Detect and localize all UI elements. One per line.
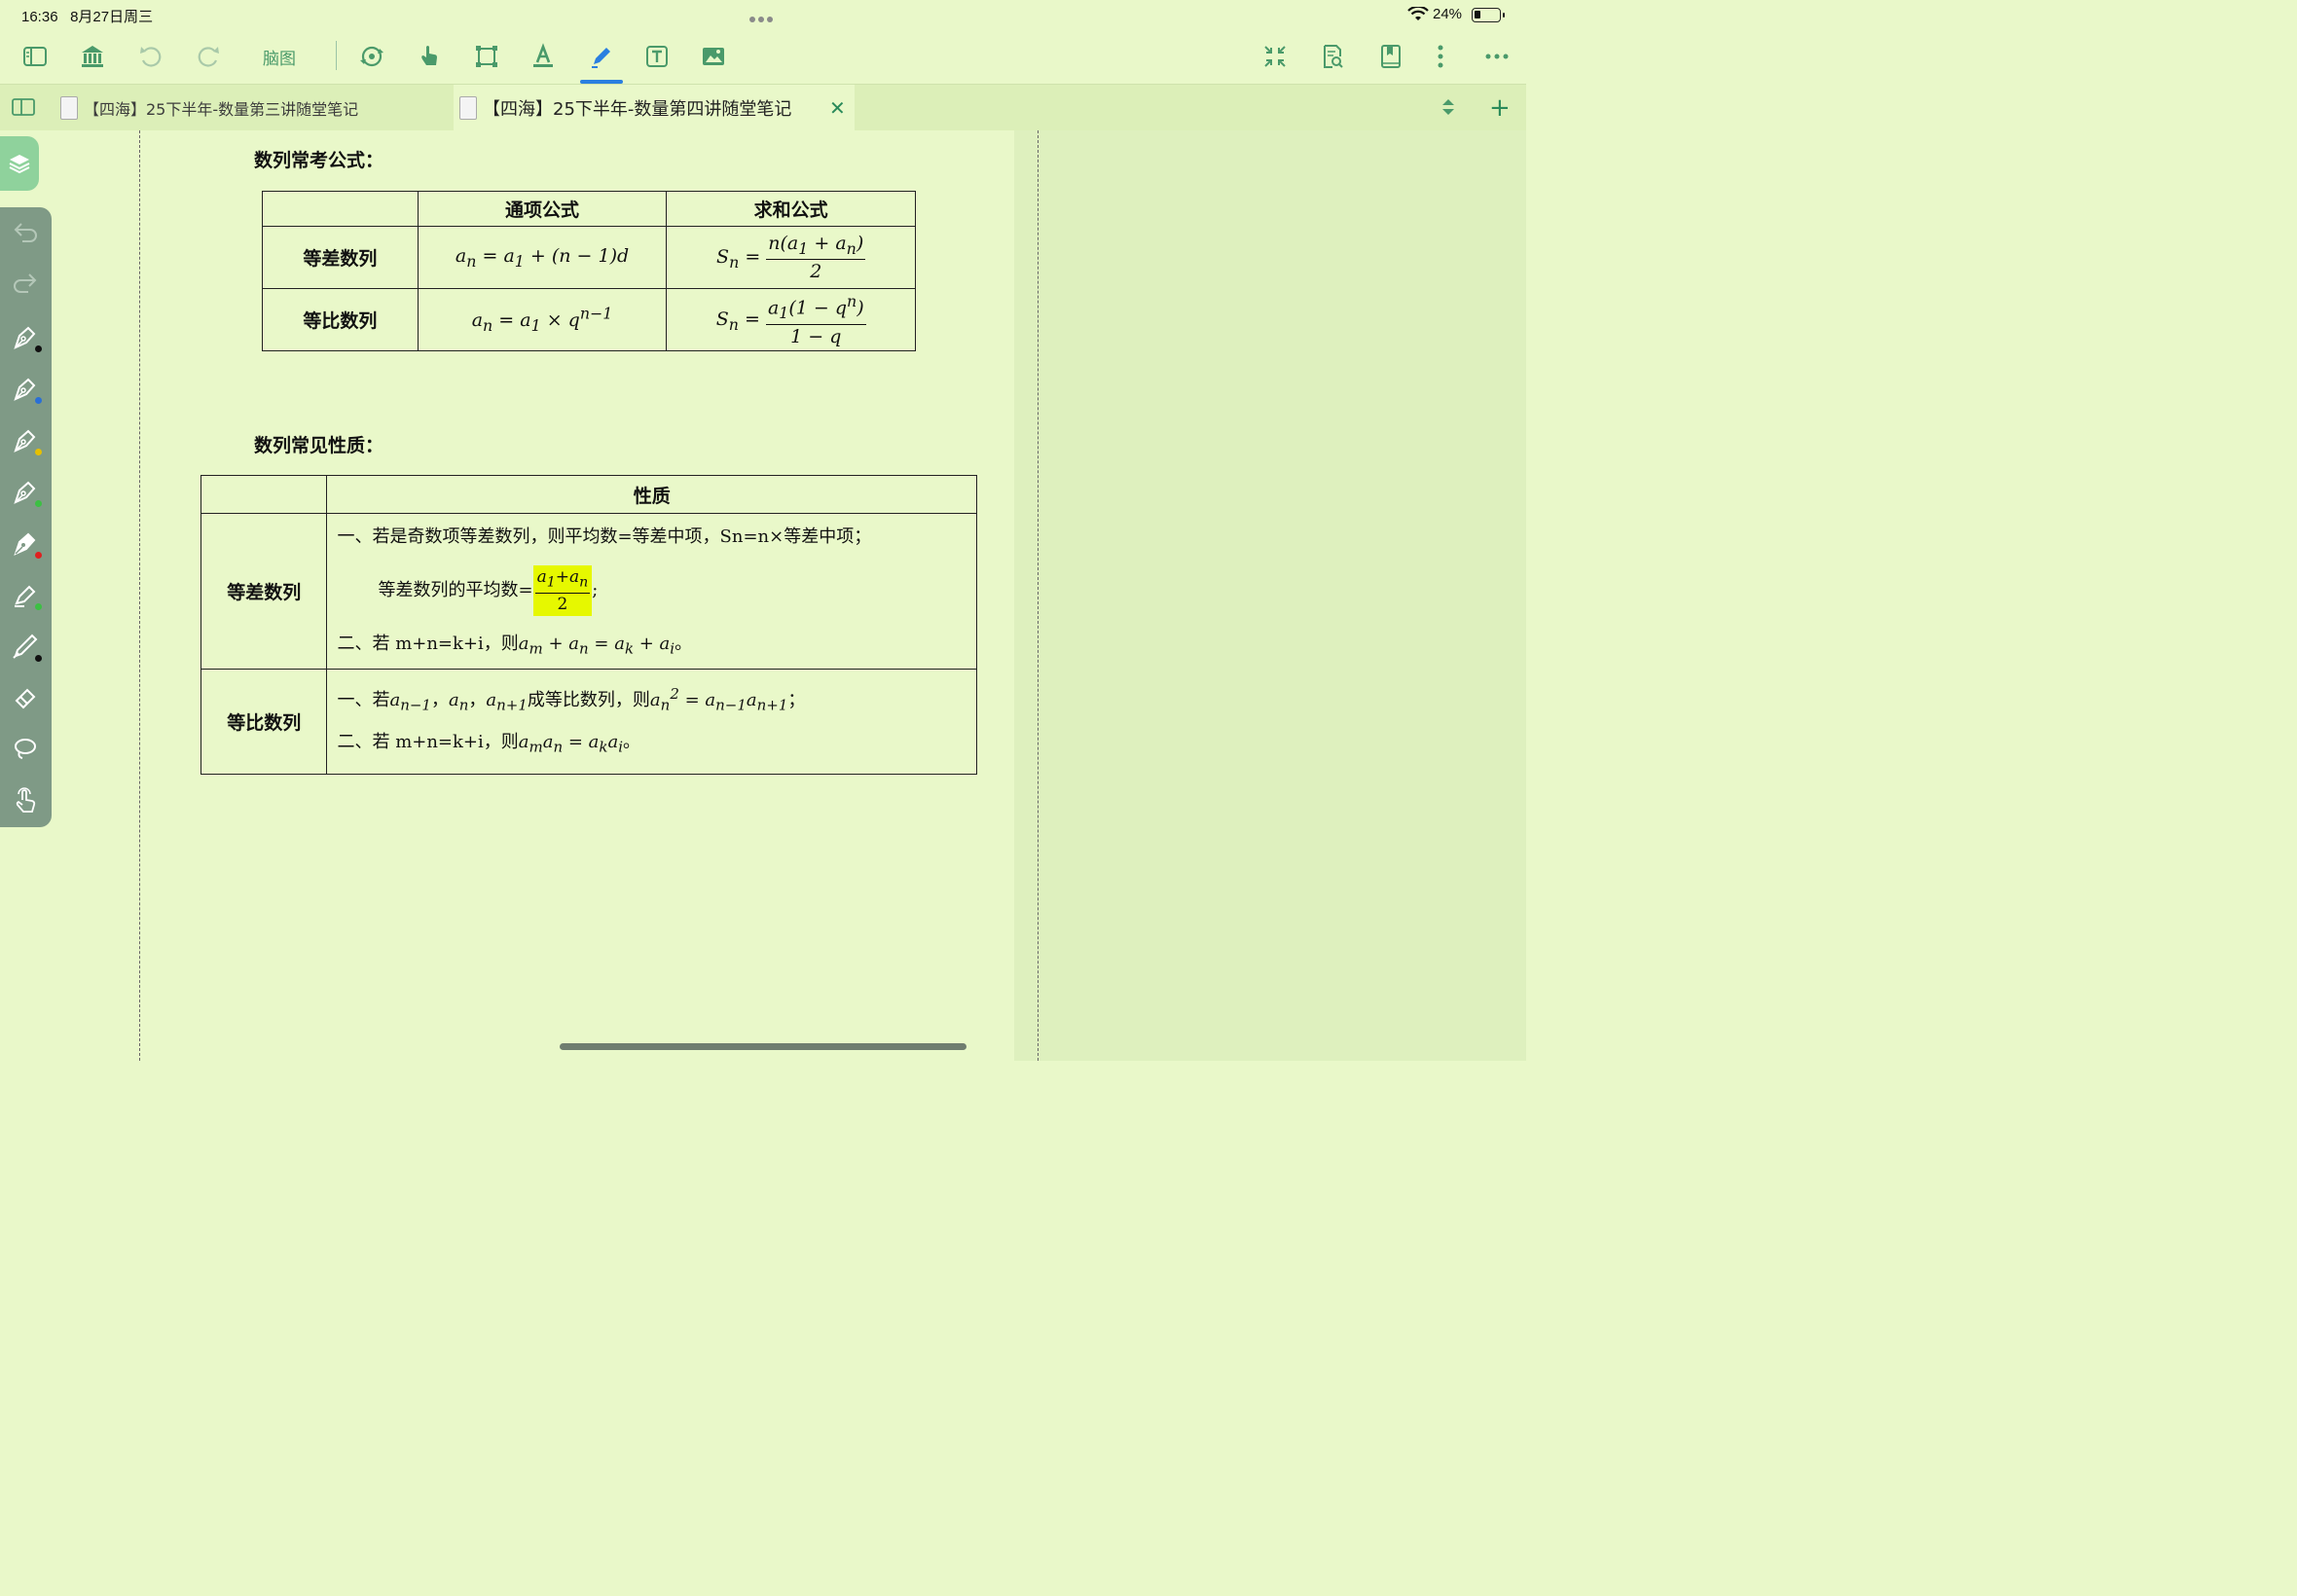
bookmark-icon[interactable] (1371, 37, 1410, 76)
library-icon[interactable] (73, 37, 112, 76)
battery-percent: 24% (1433, 6, 1463, 22)
table-header-row: 性质 (200, 475, 977, 514)
split-view-icon[interactable] (12, 96, 35, 118)
page-boundary-left (139, 130, 140, 1061)
sync-icon[interactable] (352, 37, 391, 76)
status-time: 16:36 8月27日周三 (21, 9, 154, 25)
table-row: 等比数列 an = a1 × qn−1 Sn = a1(1 − qn) 1 − q (262, 288, 916, 351)
side-margin-pane (1014, 130, 1526, 1061)
collapse-icon[interactable] (1256, 37, 1294, 76)
battery-icon (1472, 8, 1505, 22)
pen-color-dot (35, 500, 42, 507)
add-tab-icon[interactable]: + (1489, 93, 1511, 123)
layers-button[interactable] (0, 136, 39, 191)
formula-table: 通项公式 求和公式 等差数列 an = a1 + (n − 1)d Sn = n… (262, 191, 916, 351)
tab-bar: 【四海】25下半年-数量第三讲随堂笔记 【四海】25下半年-数量第四讲随堂笔记 … (0, 84, 1526, 131)
eraser-icon[interactable] (8, 680, 43, 715)
wifi-icon (1407, 7, 1429, 20)
section-title-properties: 数列常见性质： (254, 435, 384, 456)
formula-general-arith: an = a1 + (n − 1)d (417, 226, 668, 289)
undo-icon[interactable] (131, 37, 170, 76)
tab-document-4[interactable]: 【四海】25下半年-数量第四讲随堂笔记 (454, 85, 855, 131)
tab-sort-icon[interactable] (1439, 96, 1458, 118)
fraction-denominator: 2 (557, 595, 568, 615)
text-box-icon[interactable] (638, 37, 676, 76)
pen-color-dot (35, 655, 42, 662)
sidebar-icon[interactable] (16, 37, 55, 76)
property-text: 二、若 m+n=k+i，则 (337, 634, 519, 654)
geo-properties: 一、若an−1，an，an+1成等比数列，则an2 = an−1an+1； 二、… (326, 669, 977, 775)
formula-general-geo: an = a1 × qn−1 (417, 288, 668, 351)
table-row: 等差数列 an = a1 + (n − 1)d Sn = n(a1 + an) 2 (262, 226, 916, 289)
palette-redo-icon[interactable] (8, 266, 43, 301)
property-line: 一、若是奇数项等差数列，则平均数=等差中项，Sn=n×等差中项； (337, 526, 872, 547)
tool-palette (0, 207, 52, 827)
more-vertical-icon[interactable] (1421, 37, 1460, 76)
table-header-cell (200, 475, 328, 514)
pen-color-dot (35, 397, 42, 404)
fraction-numerator: a1+an (534, 567, 591, 595)
palette-undo-icon[interactable] (8, 215, 43, 250)
row-label: 等差数列 (200, 513, 328, 670)
status-bar: 16:36 8月27日周三 24% (0, 0, 1526, 29)
property-text: 成等比数列，则 (527, 690, 650, 710)
table-header-cell (262, 191, 419, 227)
formula-sum-geo: Sn = a1(1 − qn) 1 − q (666, 288, 916, 351)
property-text: 二、若 m+n=k+i，则 (337, 732, 519, 752)
properties-table: 性质 等差数列 一、若是奇数项等差数列，则平均数=等差中项，Sn=n×等差中项；… (200, 475, 977, 775)
lasso-icon[interactable] (8, 732, 43, 767)
image-icon[interactable] (694, 37, 733, 76)
document-icon (60, 96, 78, 120)
more-horizontal-icon[interactable] (1477, 37, 1516, 76)
tab-close-icon[interactable]: ✕ (829, 96, 846, 120)
layers-icon (9, 155, 30, 174)
mindmap-button[interactable]: 脑图 (263, 45, 296, 69)
row-label: 等差数列 (262, 226, 419, 289)
row-label: 等比数列 (262, 288, 419, 351)
tab-title: 【四海】25下半年-数量第三讲随堂笔记 (84, 100, 359, 119)
property-text: 等差数列的平均数= (378, 580, 533, 600)
multitask-dots[interactable] (749, 8, 776, 26)
arith-properties: 一、若是奇数项等差数列，则平均数=等差中项，Sn=n×等差中项； 等差数列的平均… (326, 513, 977, 670)
section-title-formulas: 数列常考公式： (254, 150, 384, 171)
pen-color-dot (35, 603, 42, 610)
formula-sum-arith: Sn = n(a1 + an) 2 (666, 226, 916, 289)
row-label: 等比数列 (200, 669, 328, 775)
property-text: 一、若 (337, 690, 390, 710)
toolbar-divider (336, 41, 337, 70)
touch-pointer-icon[interactable] (8, 783, 43, 818)
pen-color-dot (35, 552, 42, 559)
tab-document-3[interactable]: 【四海】25下半年-数量第三讲随堂笔记 (51, 85, 454, 131)
pen-color-dot (35, 449, 42, 455)
document-icon (459, 96, 477, 120)
table-header-cell: 性质 (326, 475, 977, 514)
highlighted-fraction: a1+an 2 (532, 564, 593, 617)
property-line: 等差数列的平均数= a1+an 2; (378, 564, 599, 617)
property-line: 一、若an−1，an，an+1成等比数列，则an2 = an−1an+1； (337, 685, 806, 714)
property-line: 二、若 m+n=k+i，则am + an = ak + ai。 (337, 634, 693, 658)
hand-icon[interactable] (410, 37, 449, 76)
property-line: 二、若 m+n=k+i，则aman = akai。 (337, 732, 641, 756)
table-row: 等比数列 一、若an−1，an，an+1成等比数列，则an2 = an−1an+… (200, 669, 977, 775)
horizontal-scrollbar[interactable] (560, 1043, 966, 1050)
redo-icon[interactable] (189, 37, 228, 76)
crop-icon[interactable] (467, 37, 506, 76)
toolbar: 脑图 (0, 29, 1526, 84)
table-header-row: 通项公式 求和公式 (262, 191, 916, 227)
pen-color-dot (35, 345, 42, 352)
table-row: 等差数列 一、若是奇数项等差数列，则平均数=等差中项，Sn=n×等差中项； 等差… (200, 513, 977, 670)
text-style-icon[interactable] (524, 37, 563, 76)
tab-title: 【四海】25下半年-数量第四讲随堂笔记 (483, 99, 792, 120)
search-doc-icon[interactable] (1313, 37, 1352, 76)
page-boundary-right (1038, 130, 1039, 1061)
table-header-cell: 通项公式 (417, 191, 668, 227)
table-header-cell: 求和公式 (666, 191, 916, 227)
pen-icon[interactable] (582, 37, 621, 76)
